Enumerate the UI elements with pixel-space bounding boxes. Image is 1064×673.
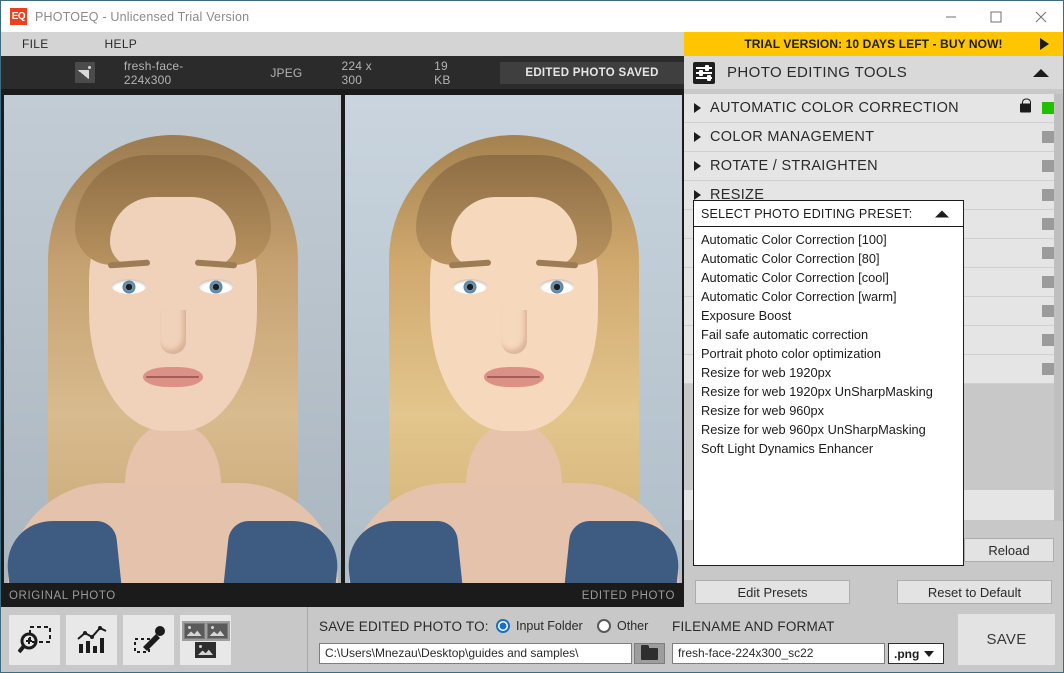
- chevron-up-icon[interactable]: [935, 210, 949, 217]
- list-item[interactable]: Automatic Color Correction [100]: [694, 230, 963, 249]
- app-logo-icon: EQ: [10, 8, 27, 25]
- radio-input-folder-dot[interactable]: [496, 619, 510, 633]
- save-settings-block: SAVE EDITED PHOTO TO: Input Folder Other…: [307, 607, 1063, 672]
- status-swatch[interactable]: [1042, 334, 1054, 346]
- preset-dropdown: SELECT PHOTO EDITING PRESET: Automatic C…: [693, 200, 964, 566]
- list-item[interactable]: Automatic Color Correction [cool]: [694, 268, 963, 287]
- chevron-down-icon: [924, 650, 935, 657]
- list-item[interactable]: Automatic Color Correction [warm]: [694, 287, 963, 306]
- save-to-label: SAVE EDITED PHOTO TO:: [319, 619, 489, 634]
- tools-panel-scrollbar[interactable]: [1054, 94, 1063, 521]
- format-select-value: .png: [894, 646, 920, 661]
- edited-photo-pane[interactable]: [345, 95, 682, 583]
- status-swatch[interactable]: [1042, 305, 1054, 317]
- chevron-right-icon: [694, 132, 701, 142]
- tool-button-group: [9, 615, 231, 665]
- view-mode-side-by-side[interactable]: [181, 621, 230, 641]
- photoeq-window: EQ PHOTOEQ - Unlicensed Trial Version FI…: [0, 0, 1064, 673]
- tools-panel-title: PHOTO EDITING TOOLS: [727, 64, 908, 81]
- filename-format-label: FILENAME AND FORMAT: [672, 619, 835, 634]
- original-photo-caption: ORIGINAL PHOTO: [9, 590, 116, 602]
- edited-photo-image: [345, 95, 682, 583]
- section-label: COLOR MANAGEMENT: [710, 129, 875, 145]
- folder-icon: [641, 644, 658, 660]
- sliders-icon: [693, 61, 715, 84]
- radio-input-folder[interactable]: Input Folder: [496, 619, 583, 633]
- preset-dropdown-label: SELECT PHOTO EDITING PRESET:: [701, 206, 913, 221]
- reload-button[interactable]: Reload: [964, 538, 1054, 562]
- radio-input-folder-label: Input Folder: [516, 619, 583, 633]
- save-button[interactable]: SAVE: [958, 614, 1055, 665]
- minimize-icon[interactable]: [928, 1, 973, 32]
- file-info-bar: fresh-face-224x300 JPEG 224 x 300 19 KB …: [1, 56, 684, 89]
- original-photo-image: [4, 95, 341, 583]
- play-arrow-icon: [1040, 38, 1049, 50]
- radio-other-label: Other: [617, 619, 649, 633]
- title-bar: EQ PHOTOEQ - Unlicensed Trial Version: [1, 1, 1063, 32]
- close-icon[interactable]: [1018, 1, 1063, 32]
- menu-bar: FILE HELP: [1, 32, 684, 56]
- list-item[interactable]: Portrait photo color optimization: [694, 344, 963, 363]
- status-swatch[interactable]: [1042, 131, 1054, 143]
- section-automatic-color-correction[interactable]: AUTOMATIC COLOR CORRECTION: [684, 94, 1063, 123]
- list-item[interactable]: Automatic Color Correction [80]: [694, 249, 963, 268]
- status-swatch[interactable]: [1042, 247, 1054, 259]
- list-item[interactable]: Resize for web 960px: [694, 401, 963, 420]
- file-size: 19 KB: [434, 58, 451, 87]
- status-swatch[interactable]: [1042, 276, 1054, 288]
- chevron-right-icon: [694, 103, 701, 113]
- trial-banner[interactable]: TRIAL VERSION: 10 DAYS LEFT - BUY NOW!: [684, 32, 1063, 56]
- bottom-toolbar: SAVE EDITED PHOTO TO: Input Folder Other…: [1, 607, 1063, 672]
- maximize-icon[interactable]: [973, 1, 1018, 32]
- file-dimensions: 224 x 300: [341, 58, 372, 87]
- chevron-up-icon[interactable]: [1033, 68, 1049, 77]
- list-item[interactable]: Exposure Boost: [694, 306, 963, 325]
- histogram-icon[interactable]: [66, 615, 117, 665]
- window-title: PHOTOEQ - Unlicensed Trial Version: [35, 9, 250, 24]
- photo-compare-area: ORIGINAL PHOTO EDITED PHOTO: [1, 89, 684, 607]
- list-item[interactable]: Resize for web 1920px: [694, 363, 963, 382]
- chevron-right-icon: [694, 190, 701, 200]
- chevron-right-icon: [694, 161, 701, 171]
- window-controls: [928, 1, 1063, 32]
- view-mode-single[interactable]: [194, 641, 217, 659]
- view-mode-icon[interactable]: [180, 615, 231, 665]
- status-swatch[interactable]: [1042, 102, 1054, 114]
- zoom-select-icon[interactable]: [9, 615, 60, 665]
- status-swatch[interactable]: [1042, 363, 1054, 375]
- list-item[interactable]: Resize for web 960px UnSharpMasking: [694, 420, 963, 439]
- radio-other[interactable]: Other: [597, 619, 648, 633]
- section-label: ROTATE / STRAIGHTEN: [710, 158, 878, 174]
- tools-panel-header[interactable]: PHOTO EDITING TOOLS: [684, 56, 1063, 89]
- original-photo-pane[interactable]: [4, 95, 341, 583]
- section-label: AUTOMATIC COLOR CORRECTION: [710, 100, 959, 116]
- list-item[interactable]: Soft Light Dynamics Enhancer: [694, 439, 963, 458]
- format-select[interactable]: .png: [888, 643, 944, 664]
- menu-item-help[interactable]: HELP: [97, 37, 146, 51]
- lock-icon[interactable]: [1020, 98, 1031, 113]
- trial-banner-label: TRIAL VERSION: 10 DAYS LEFT - BUY NOW!: [744, 37, 1003, 51]
- list-item[interactable]: Resize for web 1920px UnSharpMasking: [694, 382, 963, 401]
- filename-input[interactable]: fresh-face-224x300_sc22: [672, 643, 885, 664]
- status-swatch[interactable]: [1042, 218, 1054, 230]
- section-color-management[interactable]: COLOR MANAGEMENT: [684, 123, 1063, 152]
- eyedropper-icon[interactable]: [123, 615, 174, 665]
- file-name: fresh-face-224x300: [123, 58, 184, 87]
- file-format: JPEG: [270, 65, 303, 80]
- section-rotate-straighten[interactable]: ROTATE / STRAIGHTEN: [684, 152, 1063, 181]
- reset-to-default-button[interactable]: Reset to Default: [897, 580, 1052, 604]
- status-swatch[interactable]: [1042, 189, 1054, 201]
- status-badge: EDITED PHOTO SAVED: [500, 61, 684, 84]
- menu-item-file[interactable]: FILE: [14, 37, 57, 51]
- preset-list: Automatic Color Correction [100] Automat…: [694, 227, 963, 458]
- status-swatch[interactable]: [1042, 160, 1054, 172]
- radio-other-dot[interactable]: [597, 619, 611, 633]
- folder-browse-button[interactable]: [634, 643, 665, 664]
- edit-presets-button[interactable]: Edit Presets: [695, 580, 850, 604]
- list-item[interactable]: Fail safe automatic correction: [694, 325, 963, 344]
- image-thumbnail-icon: [75, 62, 95, 83]
- save-path-input[interactable]: C:\Users\Mnezau\Desktop\guides and sampl…: [319, 643, 632, 664]
- preset-dropdown-header[interactable]: SELECT PHOTO EDITING PRESET:: [694, 201, 963, 227]
- edited-photo-caption: EDITED PHOTO: [581, 590, 675, 602]
